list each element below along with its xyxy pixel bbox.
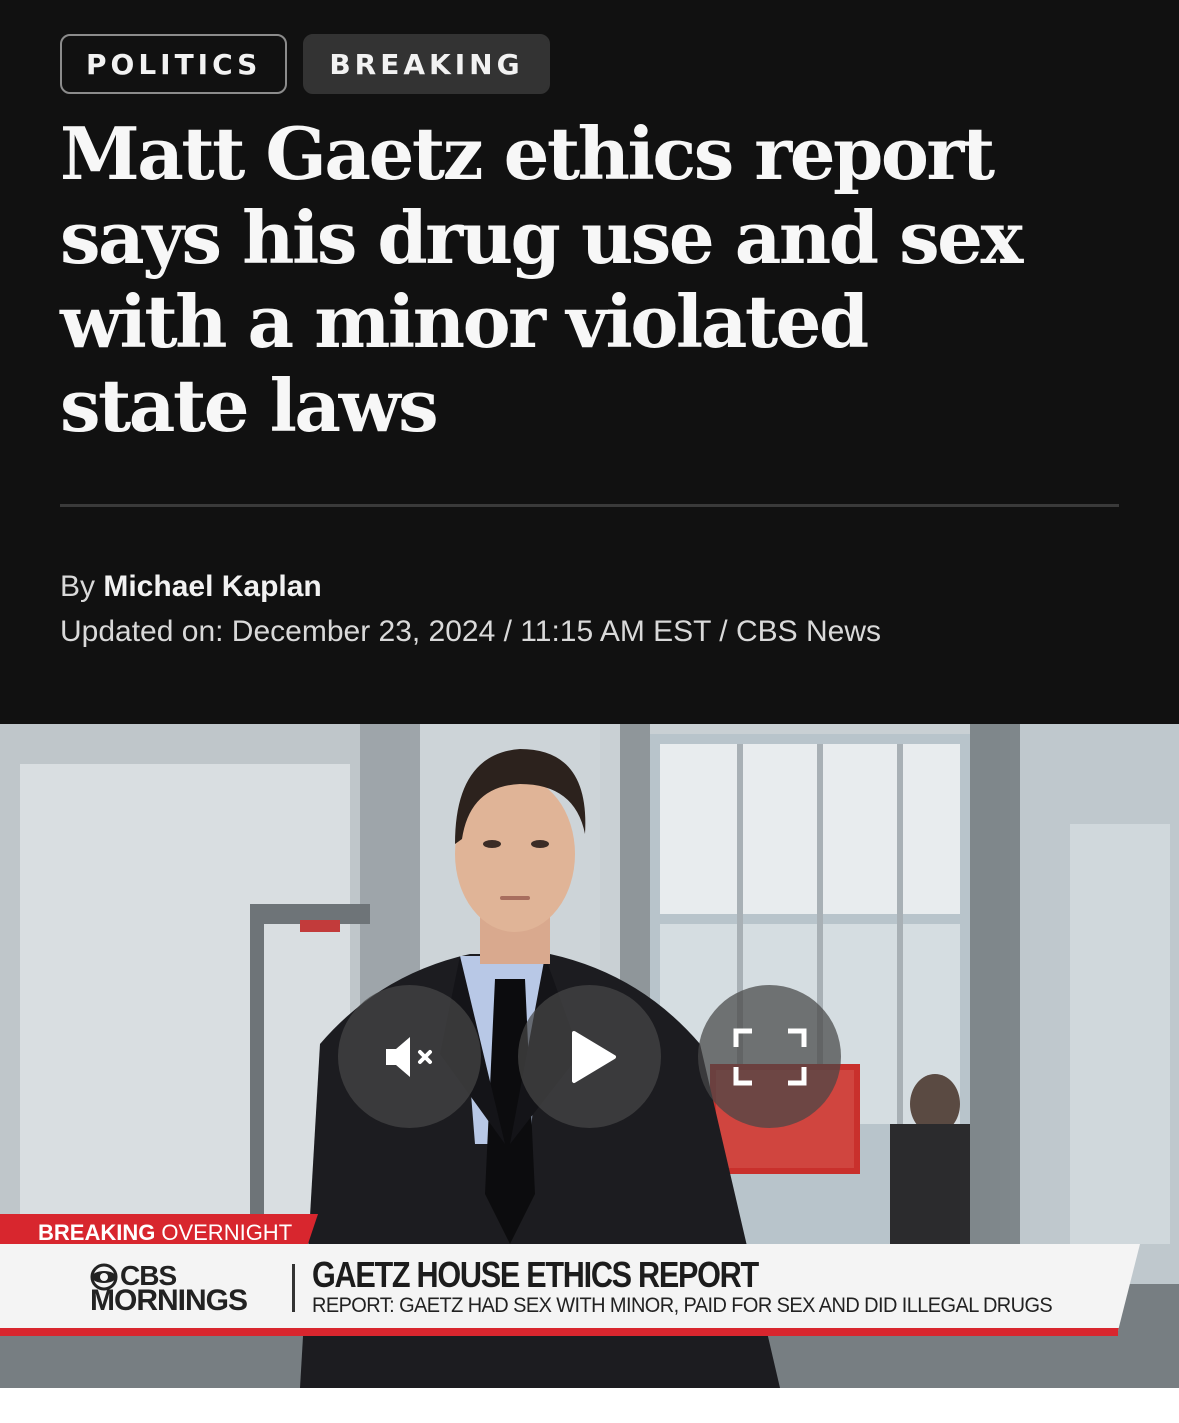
video-player[interactable]: BREAKING OVERNIGHT CBS MORNINGS GAETZ HO… (0, 724, 1179, 1388)
fullscreen-icon (733, 1028, 806, 1085)
mute-button[interactable] (338, 985, 481, 1128)
byline: By Michael Kaplan (60, 570, 322, 604)
tag-breaking[interactable]: BREAKING (303, 34, 550, 94)
lower-third-title: GAETZ HOUSE ETHICS REPORT (312, 1254, 759, 1295)
lower-third-subtitle: REPORT: GAETZ HAD SEX WITH MINOR, PAID F… (312, 1294, 1053, 1317)
lower-third-accent (0, 1328, 1118, 1336)
article-header: POLITICS BREAKING Matt Gaetz ethics repo… (0, 0, 1179, 724)
cbs-mornings-logo: CBS MORNINGS (90, 1260, 280, 1320)
tag-list: POLITICS BREAKING (60, 34, 550, 94)
author-link[interactable]: Michael Kaplan (103, 570, 321, 603)
speaker-muted-icon (385, 1036, 432, 1077)
updated-timestamp: Updated on: December 23, 2024 / 11:15 AM… (60, 615, 882, 648)
play-button[interactable] (518, 985, 661, 1128)
fullscreen-button[interactable] (698, 985, 841, 1128)
article-headline: Matt Gaetz ethics report says his drug u… (60, 111, 1023, 448)
play-icon (571, 1030, 616, 1083)
banner-strong: BREAKING (38, 1220, 156, 1245)
logo-line2: MORNINGS (90, 1284, 248, 1317)
lower-third-separator (292, 1264, 295, 1312)
byline-prefix: By (60, 570, 96, 603)
divider (60, 504, 1119, 507)
banner-rest: OVERNIGHT (161, 1220, 293, 1245)
tag-politics[interactable]: POLITICS (60, 34, 288, 94)
